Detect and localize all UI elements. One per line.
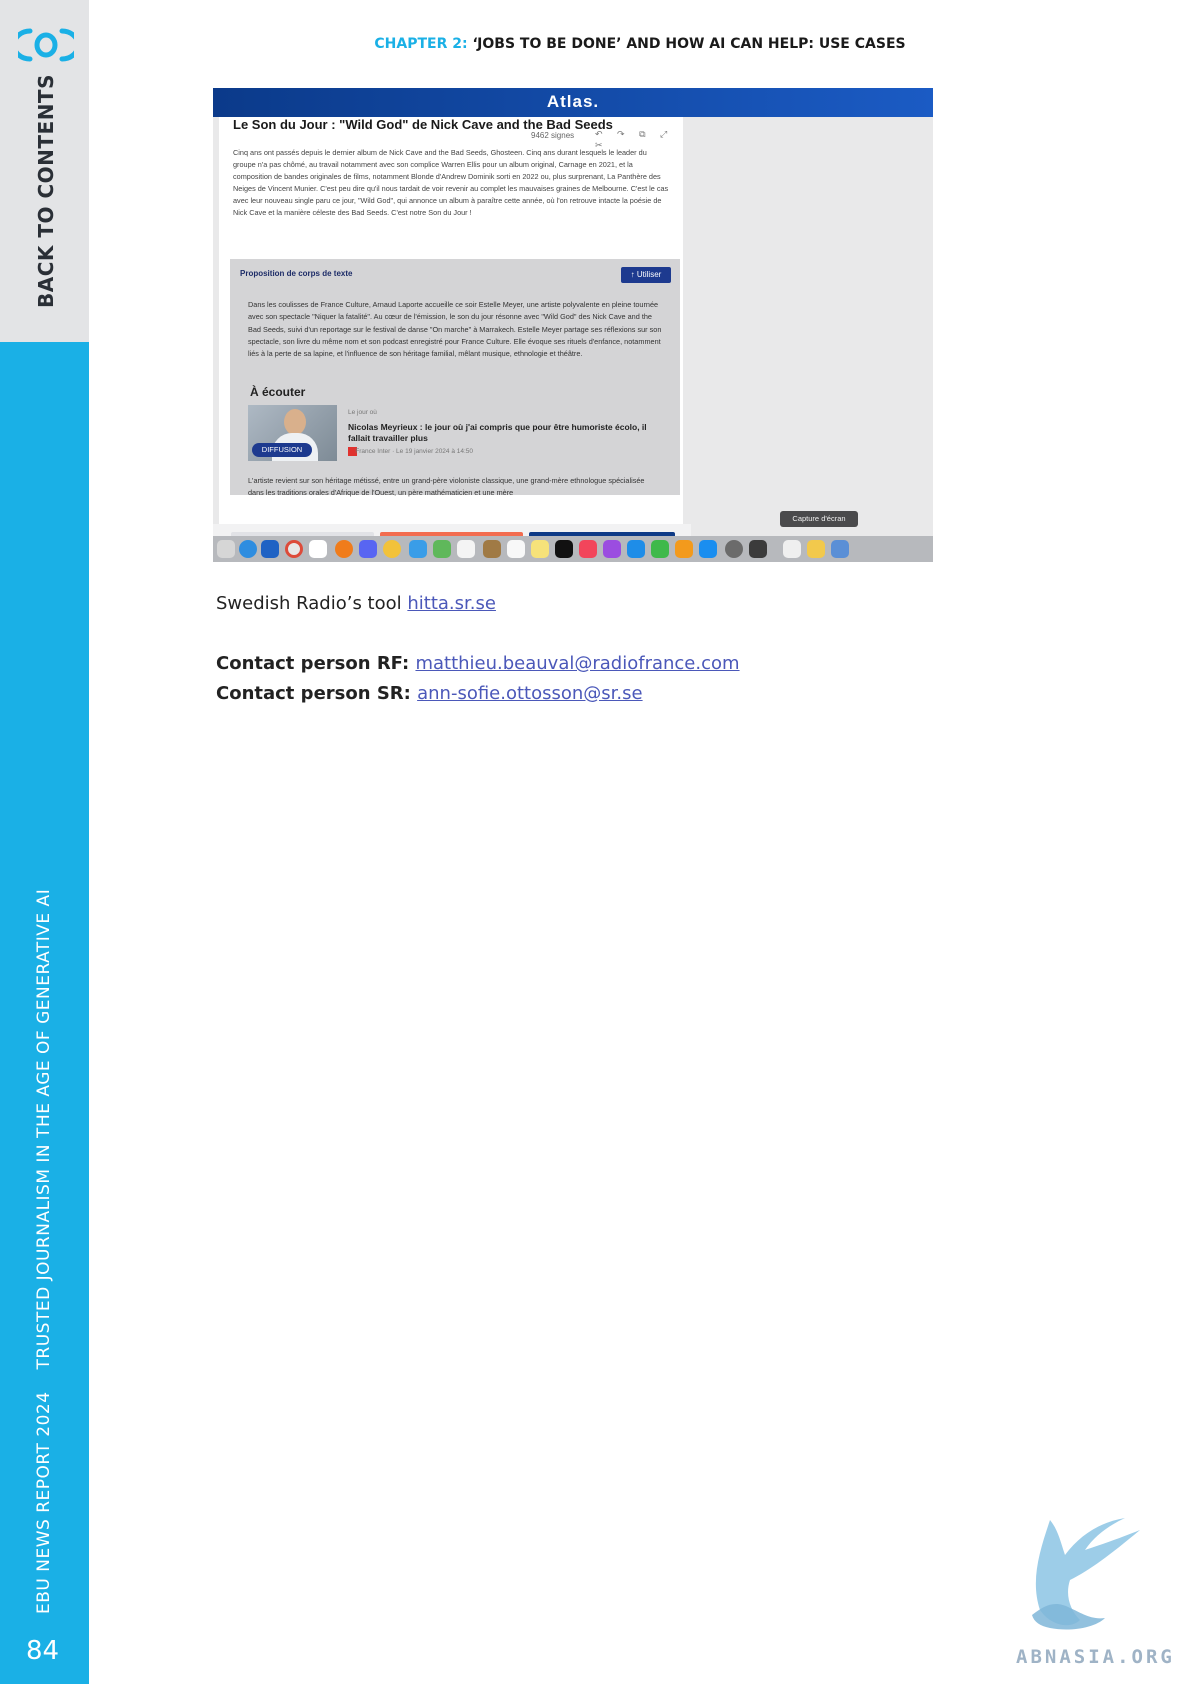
photos-icon[interactable] xyxy=(383,540,401,558)
sr-tool-text: Swedish Radio’s tool xyxy=(216,593,408,614)
report-subtitle: TRUSTED JOURNALISM IN THE AGE OF GENERAT… xyxy=(34,888,54,1370)
contacts-icon[interactable] xyxy=(483,540,501,558)
reminders-icon[interactable] xyxy=(507,540,525,558)
apple-tv-icon[interactable] xyxy=(555,540,573,558)
recommendation-meta: France Inter · Le 19 janvier 2024 à 14:5… xyxy=(348,448,473,455)
pages-icon[interactable] xyxy=(675,540,693,558)
atlas-logo: Atlas. xyxy=(546,92,600,111)
settings-icon[interactable] xyxy=(725,540,743,558)
recommendation-kicker: Le jour où xyxy=(348,409,377,416)
calendar-icon[interactable] xyxy=(457,540,475,558)
watermark-text: ABNASIA.ORG xyxy=(1016,1646,1175,1668)
recommendation-thumbnail[interactable]: DIFFUSION xyxy=(248,405,337,461)
keynote-icon[interactable] xyxy=(627,540,645,558)
discord-icon[interactable] xyxy=(359,540,377,558)
sr-tool-link[interactable]: hitta.sr.se xyxy=(407,593,496,614)
recommendation-meta-text: France Inter · Le 19 janvier 2024 à 14:5… xyxy=(355,448,474,455)
recommendation-text: L'artiste revient sur son héritage métis… xyxy=(248,476,645,497)
article-editor: Le Son du Jour : "Wild God" de Nick Cave… xyxy=(213,117,691,562)
listen-heading: À écouter xyxy=(250,385,306,399)
podcasts-icon[interactable] xyxy=(603,540,621,558)
textedit-icon[interactable] xyxy=(783,540,801,558)
notes-icon[interactable] xyxy=(531,540,549,558)
maps-icon[interactable] xyxy=(433,540,451,558)
macos-dock xyxy=(213,536,933,562)
numbers-icon[interactable] xyxy=(651,540,669,558)
contact-sr-line: Contact person SR: ann-sofie.ottosson@sr… xyxy=(216,683,643,704)
app-store-icon[interactable] xyxy=(699,540,717,558)
proposal-title: Proposition de corps de texte xyxy=(240,269,353,278)
char-count: 9462 signes xyxy=(531,131,575,140)
page-number: 84 xyxy=(26,1636,60,1666)
contact-rf-email-link[interactable]: matthieu.beauval@radiofrance.com xyxy=(415,653,739,674)
proposal-panel: Proposition de corps de texte ↑ Utiliser… xyxy=(230,259,680,497)
back-to-contents-link[interactable]: BACK TO CONTENTS xyxy=(34,74,58,308)
contact-rf-line: Contact person RF: matthieu.beauval@radi… xyxy=(216,653,740,674)
firefox-icon[interactable] xyxy=(335,540,353,558)
chapter-header: CHAPTER 2: ‘JOBS TO BE DONE’ AND HOW AI … xyxy=(200,36,1080,52)
contact-sr-email-link[interactable]: ann-sofie.ottosson@sr.se xyxy=(417,683,642,704)
python-icon[interactable] xyxy=(807,540,825,558)
diffusion-badge: DIFFUSION xyxy=(252,443,312,457)
recommendation-title[interactable]: Nicolas Meyrieux : le jour où j'ai compr… xyxy=(348,422,648,444)
watermark-bird-icon xyxy=(1032,1518,1140,1630)
safari-icon[interactable] xyxy=(239,540,257,558)
launchpad-icon[interactable] xyxy=(217,540,235,558)
outlook-icon[interactable] xyxy=(261,540,279,558)
article-title[interactable]: Le Son du Jour : "Wild God" de Nick Cave… xyxy=(233,117,613,132)
proposal-body: Dans les coulisses de France Culture, Ar… xyxy=(248,300,662,359)
slack-icon[interactable] xyxy=(309,540,327,558)
atlas-screenshot: Atlas. Le Son du Jour : "Wild God" de Ni… xyxy=(213,88,933,562)
report-title: EBU NEWS REPORT 2024 TRUSTED JOURNALISM I… xyxy=(34,889,54,1614)
contact-rf-label: Contact person RF: xyxy=(216,653,416,674)
report-name: EBU NEWS REPORT 2024 xyxy=(34,1391,54,1614)
music-icon[interactable] xyxy=(579,540,597,558)
chapter-label: CHAPTER 2: xyxy=(374,36,468,52)
thumbnail-face xyxy=(284,409,306,435)
ebu-logo-icon[interactable] xyxy=(18,28,74,62)
contact-sr-label: Contact person SR: xyxy=(216,683,418,704)
screenshot-tooltip: Capture d'écran xyxy=(780,511,858,527)
finder-icon[interactable] xyxy=(831,540,849,558)
use-button[interactable]: ↑ Utiliser xyxy=(621,267,671,283)
mail-icon[interactable] xyxy=(409,540,427,558)
article-body[interactable]: Cinq ans ont passés depuis le dernier al… xyxy=(233,147,669,219)
screenshot-icon[interactable] xyxy=(749,540,767,558)
sr-tool-line: Swedish Radio’s tool hitta.sr.se xyxy=(216,593,496,614)
chrome-icon[interactable] xyxy=(285,540,303,558)
chapter-title: ‘JOBS TO BE DONE’ AND HOW AI CAN HELP: U… xyxy=(472,36,906,52)
